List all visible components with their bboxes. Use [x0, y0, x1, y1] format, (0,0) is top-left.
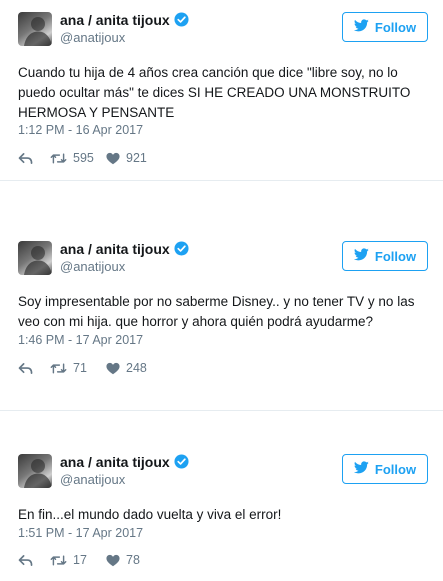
retweet-count: 17 — [73, 553, 87, 567]
reply-icon — [18, 152, 33, 164]
tweet-actions: 71 248 — [18, 359, 147, 377]
follow-button-label: Follow — [374, 19, 417, 35]
verified-badge-icon — [174, 454, 189, 472]
verified-badge-icon — [174, 241, 189, 259]
avatar[interactable] — [18, 241, 52, 275]
follow-button[interactable]: Follow — [342, 12, 428, 42]
display-name[interactable]: ana / anita tijoux — [60, 241, 189, 259]
verified-badge-icon — [174, 12, 189, 30]
follow-button[interactable]: Follow — [342, 454, 428, 484]
display-name[interactable]: ana / anita tijoux — [60, 12, 189, 30]
like-count: 921 — [126, 151, 147, 165]
reply-icon — [18, 554, 33, 566]
user-handle[interactable]: @anatijoux — [60, 30, 125, 45]
like-count: 248 — [126, 361, 147, 375]
avatar[interactable] — [18, 12, 52, 46]
twitter-bird-icon — [353, 461, 369, 477]
like-count: 78 — [126, 553, 140, 567]
like-button[interactable]: 248 — [106, 361, 147, 375]
reply-button[interactable] — [18, 554, 50, 567]
tweet-text: Soy impresentable por no saberme Disney.… — [18, 294, 415, 329]
divider — [0, 410, 443, 411]
divider — [0, 180, 443, 181]
retweet-button[interactable]: 71 — [50, 361, 106, 375]
tweet-timestamp[interactable]: 1:51 PM - 17 Apr 2017 — [18, 526, 143, 540]
twitter-bird-icon — [353, 19, 369, 35]
tweet-text: Cuando tu hija de 4 años crea canción qu… — [18, 65, 411, 120]
retweet-icon — [50, 153, 67, 163]
like-button[interactable]: 78 — [106, 553, 140, 567]
tweet-actions: 17 78 — [18, 551, 140, 569]
retweet-button[interactable]: 17 — [50, 553, 106, 567]
follow-button-label: Follow — [374, 248, 417, 264]
display-name-text[interactable]: ana / anita tijoux — [60, 12, 170, 28]
reply-button[interactable] — [18, 152, 50, 165]
heart-icon — [106, 554, 120, 566]
display-name-text[interactable]: ana / anita tijoux — [60, 241, 170, 257]
retweet-icon — [50, 363, 67, 373]
display-name-text[interactable]: ana / anita tijoux — [60, 454, 170, 470]
retweet-icon — [50, 555, 67, 565]
user-handle[interactable]: @anatijoux — [60, 259, 125, 274]
tweet-text: En fin...el mundo dado vuelta y viva el … — [18, 507, 282, 522]
like-button[interactable]: 921 — [106, 151, 147, 165]
retweet-count: 595 — [73, 151, 94, 165]
tweet-timestamp[interactable]: 1:12 PM - 16 Apr 2017 — [18, 123, 143, 137]
heart-icon — [106, 152, 120, 164]
user-handle[interactable]: @anatijoux — [60, 472, 125, 487]
reply-button[interactable] — [18, 362, 50, 375]
twitter-bird-icon — [353, 248, 369, 264]
retweet-button[interactable]: 595 — [50, 151, 106, 165]
follow-button[interactable]: Follow — [342, 241, 428, 271]
display-name[interactable]: ana / anita tijoux — [60, 454, 189, 472]
retweet-count: 71 — [73, 361, 87, 375]
heart-icon — [106, 362, 120, 374]
reply-icon — [18, 362, 33, 374]
tweet-timestamp[interactable]: 1:46 PM - 17 Apr 2017 — [18, 333, 143, 347]
tweet-actions: 595 921 — [18, 149, 147, 167]
avatar[interactable] — [18, 454, 52, 488]
follow-button-label: Follow — [374, 461, 417, 477]
